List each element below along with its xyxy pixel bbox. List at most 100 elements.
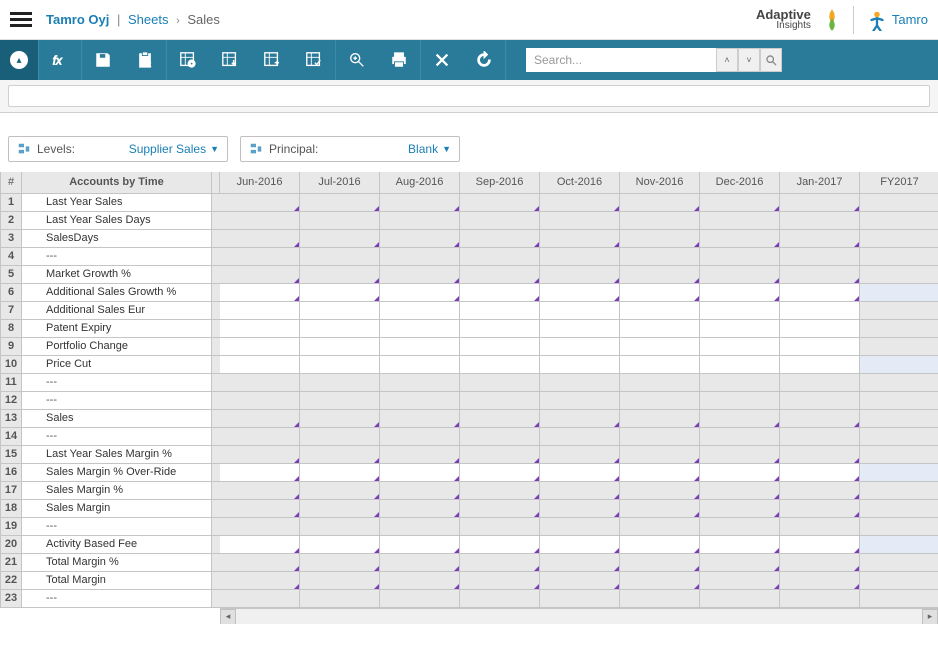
data-cell[interactable] (380, 248, 460, 266)
data-cell[interactable] (620, 248, 700, 266)
data-cell[interactable] (460, 500, 540, 518)
row-number[interactable]: 14 (0, 428, 22, 446)
data-cell[interactable] (460, 428, 540, 446)
row-number[interactable]: 23 (0, 590, 22, 608)
data-cell[interactable] (380, 482, 460, 500)
data-cell[interactable] (620, 464, 700, 482)
data-cell[interactable] (300, 194, 380, 212)
account-label[interactable]: Additional Sales Growth % (22, 284, 212, 302)
account-label[interactable]: --- (22, 392, 212, 410)
data-cell[interactable] (300, 212, 380, 230)
sheet-check-button[interactable] (293, 40, 335, 80)
data-cell[interactable] (220, 428, 300, 446)
row-number[interactable]: 7 (0, 302, 22, 320)
data-cell[interactable] (780, 500, 860, 518)
data-cell[interactable] (860, 284, 938, 302)
data-cell[interactable] (220, 482, 300, 500)
data-cell[interactable] (860, 518, 938, 536)
data-cell[interactable] (780, 572, 860, 590)
data-cell[interactable] (300, 572, 380, 590)
data-cell[interactable] (540, 338, 620, 356)
data-cell[interactable] (620, 266, 700, 284)
data-cell[interactable] (460, 194, 540, 212)
data-cell[interactable] (780, 212, 860, 230)
data-cell[interactable] (700, 320, 780, 338)
data-cell[interactable] (380, 464, 460, 482)
column-header[interactable]: Sep-2016 (460, 172, 540, 194)
account-label[interactable]: Sales Margin % Over-Ride (22, 464, 212, 482)
data-cell[interactable] (780, 536, 860, 554)
data-cell[interactable] (540, 230, 620, 248)
row-number[interactable]: 19 (0, 518, 22, 536)
data-cell[interactable] (620, 230, 700, 248)
row-number[interactable]: 1 (0, 194, 22, 212)
data-cell[interactable] (300, 356, 380, 374)
row-number[interactable]: 4 (0, 248, 22, 266)
data-cell[interactable] (780, 338, 860, 356)
data-cell[interactable] (460, 356, 540, 374)
account-label[interactable]: Sales Margin % (22, 482, 212, 500)
data-cell[interactable] (380, 500, 460, 518)
breadcrumb-section[interactable]: Sheets (128, 12, 168, 27)
data-cell[interactable] (380, 410, 460, 428)
data-cell[interactable] (860, 500, 938, 518)
data-cell[interactable] (380, 320, 460, 338)
data-cell[interactable] (700, 338, 780, 356)
row-number[interactable]: 22 (0, 572, 22, 590)
column-header[interactable]: Oct-2016 (540, 172, 620, 194)
data-cell[interactable] (380, 266, 460, 284)
data-cell[interactable] (620, 194, 700, 212)
data-cell[interactable] (620, 554, 700, 572)
data-cell[interactable] (380, 338, 460, 356)
account-label[interactable]: Price Cut (22, 356, 212, 374)
data-cell[interactable] (860, 266, 938, 284)
account-label[interactable]: --- (22, 248, 212, 266)
data-cell[interactable] (700, 248, 780, 266)
row-number[interactable]: 17 (0, 482, 22, 500)
data-cell[interactable] (620, 356, 700, 374)
data-cell[interactable] (300, 446, 380, 464)
data-cell[interactable] (220, 392, 300, 410)
data-cell[interactable] (540, 302, 620, 320)
data-cell[interactable] (540, 374, 620, 392)
data-cell[interactable] (220, 338, 300, 356)
data-cell[interactable] (700, 536, 780, 554)
data-cell[interactable] (300, 536, 380, 554)
data-cell[interactable] (700, 392, 780, 410)
data-cell[interactable] (220, 284, 300, 302)
data-cell[interactable] (540, 356, 620, 374)
data-cell[interactable] (300, 302, 380, 320)
account-label[interactable]: Patent Expiry (22, 320, 212, 338)
row-number[interactable]: 15 (0, 446, 22, 464)
scroll-left-button[interactable]: ◂ (220, 609, 236, 624)
data-cell[interactable] (860, 338, 938, 356)
data-cell[interactable] (620, 410, 700, 428)
data-cell[interactable] (540, 590, 620, 608)
data-cell[interactable] (860, 572, 938, 590)
account-label[interactable]: Total Margin (22, 572, 212, 590)
account-label[interactable]: --- (22, 518, 212, 536)
row-number[interactable]: 10 (0, 356, 22, 374)
data-cell[interactable] (860, 482, 938, 500)
data-cell[interactable] (220, 212, 300, 230)
data-cell[interactable] (540, 464, 620, 482)
data-cell[interactable] (540, 212, 620, 230)
column-header[interactable]: Aug-2016 (380, 172, 460, 194)
data-cell[interactable] (540, 518, 620, 536)
data-cell[interactable] (620, 536, 700, 554)
data-cell[interactable] (620, 590, 700, 608)
data-cell[interactable] (380, 212, 460, 230)
data-cell[interactable] (460, 320, 540, 338)
row-number[interactable]: 9 (0, 338, 22, 356)
data-cell[interactable] (540, 410, 620, 428)
data-cell[interactable] (300, 392, 380, 410)
data-cell[interactable] (780, 554, 860, 572)
data-cell[interactable] (860, 194, 938, 212)
data-cell[interactable] (220, 374, 300, 392)
row-number[interactable]: 20 (0, 536, 22, 554)
data-cell[interactable] (300, 482, 380, 500)
data-cell[interactable] (220, 572, 300, 590)
data-cell[interactable] (380, 230, 460, 248)
data-cell[interactable] (860, 212, 938, 230)
data-cell[interactable] (700, 590, 780, 608)
